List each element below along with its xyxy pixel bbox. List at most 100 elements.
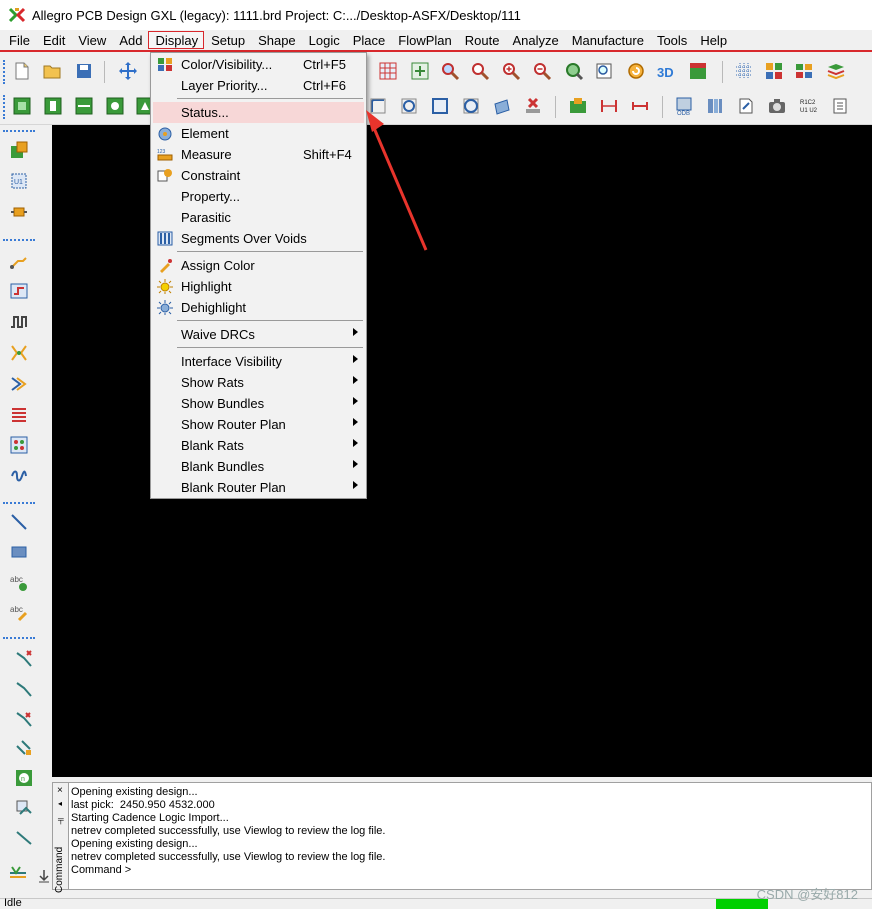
menu-help[interactable]: Help bbox=[693, 31, 733, 49]
flip-board-icon[interactable] bbox=[686, 59, 710, 83]
add-rectangle-icon[interactable] bbox=[5, 539, 33, 565]
menu-item-dehighlight[interactable]: Dehighlight bbox=[153, 297, 364, 318]
select-net-icon[interactable] bbox=[72, 94, 96, 118]
menu-item-show-router-plan[interactable]: Show Router Plan bbox=[153, 414, 364, 435]
zoom-previous-icon[interactable] bbox=[562, 59, 586, 83]
delete-segment-icon[interactable] bbox=[10, 705, 38, 731]
menu-logic[interactable]: Logic bbox=[302, 31, 346, 49]
menu-view[interactable]: View bbox=[71, 31, 112, 49]
zoom-in-icon[interactable] bbox=[499, 59, 523, 83]
menu-item-property[interactable]: Property... bbox=[153, 186, 364, 207]
menu-item-show-rats[interactable]: Show Rats bbox=[153, 372, 364, 393]
place-manual-icon[interactable] bbox=[5, 137, 33, 163]
menu-item-highlight[interactable]: Highlight bbox=[153, 276, 364, 297]
move-icon[interactable] bbox=[116, 59, 140, 83]
add-connect-icon[interactable] bbox=[5, 247, 33, 273]
open-folder-icon[interactable] bbox=[40, 59, 64, 83]
delete-trace-icon[interactable] bbox=[10, 645, 38, 671]
zoom-out-icon[interactable] bbox=[530, 59, 554, 83]
zoom-point-icon[interactable] bbox=[468, 59, 492, 83]
split-trace-icon[interactable] bbox=[10, 825, 38, 851]
place-component-icon[interactable] bbox=[5, 199, 33, 225]
select-pin-icon[interactable] bbox=[103, 94, 127, 118]
menu-flowplan[interactable]: FlowPlan bbox=[391, 31, 457, 49]
select-component-icon[interactable] bbox=[41, 94, 65, 118]
menu-shape[interactable]: Shape bbox=[251, 31, 302, 49]
menu-edit[interactable]: Edit bbox=[36, 31, 71, 49]
measure-distance-icon[interactable] bbox=[597, 94, 621, 118]
menu-setup[interactable]: Setup bbox=[204, 31, 251, 49]
menu-item-element[interactable]: Element bbox=[153, 123, 364, 144]
menu-item-parasitic[interactable]: Parasitic bbox=[153, 207, 364, 228]
slide-icon[interactable] bbox=[5, 278, 33, 304]
highlight-net-icon[interactable] bbox=[566, 94, 590, 118]
menu-item-waive-drcs[interactable]: Waive DRCs bbox=[153, 324, 364, 345]
zoom-fit-icon[interactable] bbox=[408, 59, 432, 83]
menu-item-blank-bundles[interactable]: Blank Bundles bbox=[153, 456, 364, 477]
reference-designator-icon[interactable]: R1C2 U1 U2 bbox=[797, 94, 821, 118]
report-book-icon[interactable] bbox=[828, 94, 852, 118]
bundle-route-icon[interactable] bbox=[5, 371, 33, 397]
grid-toggle-icon[interactable] bbox=[732, 59, 756, 83]
fanout-icon[interactable] bbox=[5, 340, 33, 366]
copy-trace-icon[interactable] bbox=[10, 795, 38, 821]
select-void-icon[interactable] bbox=[490, 94, 514, 118]
menu-item-segments-over-voids[interactable]: Segments Over Voids bbox=[153, 228, 364, 249]
shadow-mode-icon[interactable] bbox=[792, 59, 816, 83]
command-prompt[interactable]: Command > bbox=[71, 864, 861, 877]
toolbar-grip[interactable] bbox=[3, 60, 6, 84]
cleanup-route-icon[interactable] bbox=[4, 858, 32, 884]
new-file-icon[interactable] bbox=[10, 59, 34, 83]
menu-item-blank-rats[interactable]: Blank Rats bbox=[153, 435, 364, 456]
auto-route-icon[interactable] bbox=[5, 401, 33, 427]
menu-place[interactable]: Place bbox=[346, 31, 392, 49]
stack-layers-icon[interactable] bbox=[824, 59, 848, 83]
menu-item-show-bundles[interactable]: Show Bundles bbox=[153, 393, 364, 414]
command-log[interactable]: Opening existing design... last pick: 24… bbox=[71, 786, 861, 877]
shove-trace-icon[interactable] bbox=[10, 735, 38, 761]
grid-view-icon[interactable] bbox=[376, 59, 400, 83]
delete-drc-icon[interactable] bbox=[521, 94, 545, 118]
toolbar-grip[interactable] bbox=[3, 95, 6, 119]
save-icon[interactable] bbox=[72, 59, 96, 83]
menu-analyze[interactable]: Analyze bbox=[505, 31, 564, 49]
menu-item-color-visibility[interactable]: Color/Visibility... Ctrl+F5 bbox=[153, 54, 364, 75]
select-all-icon[interactable] bbox=[10, 94, 34, 118]
script-tool-icon[interactable] bbox=[734, 94, 758, 118]
3d-view-icon[interactable]: 3D bbox=[654, 59, 678, 83]
add-line-icon[interactable] bbox=[5, 509, 33, 535]
menu-item-constraint[interactable]: Constraint bbox=[153, 165, 364, 186]
menu-item-blank-router-plan[interactable]: Blank Router Plan bbox=[153, 477, 364, 498]
menu-item-layer-priority[interactable]: Layer Priority... Ctrl+F6 bbox=[153, 75, 364, 96]
router-plan-icon[interactable] bbox=[5, 432, 33, 458]
pin-panel-icon[interactable]: ╤ bbox=[58, 815, 64, 824]
layer-colors-icon[interactable] bbox=[762, 59, 786, 83]
menu-route[interactable]: Route bbox=[458, 31, 506, 49]
menu-tools[interactable]: Tools bbox=[650, 31, 693, 49]
route-trace-icon[interactable] bbox=[10, 675, 38, 701]
menu-item-measure[interactable]: 123 Measure Shift+F4 bbox=[153, 144, 364, 165]
menu-display[interactable]: Display bbox=[148, 31, 205, 49]
delay-tune-icon[interactable] bbox=[5, 309, 33, 335]
odb-export-icon[interactable]: ODB bbox=[672, 94, 696, 118]
camera-capture-icon[interactable] bbox=[765, 94, 789, 118]
dimension-icon[interactable] bbox=[628, 94, 652, 118]
tune-timing-icon[interactable] bbox=[5, 463, 33, 489]
add-text-icon[interactable]: abc bbox=[5, 569, 33, 595]
zoom-world-icon[interactable] bbox=[592, 59, 616, 83]
menu-item-status[interactable]: Status... bbox=[153, 102, 364, 123]
menu-manufacture[interactable]: Manufacture bbox=[565, 31, 650, 49]
menu-add[interactable]: Add bbox=[112, 31, 148, 49]
menu-item-interface-visibility[interactable]: Interface Visibility bbox=[153, 351, 364, 372]
place-by-refdes-icon[interactable]: U1 bbox=[5, 168, 33, 194]
redraw-icon[interactable] bbox=[624, 59, 648, 83]
panel-collapse-icon[interactable]: ◂ bbox=[58, 799, 62, 808]
select-circle-icon[interactable] bbox=[459, 94, 483, 118]
library-icon[interactable] bbox=[703, 94, 727, 118]
close-panel-icon[interactable]: × bbox=[57, 785, 63, 796]
menu-item-assign-color[interactable]: Assign Color bbox=[153, 255, 364, 276]
via-array-icon[interactable]: n bbox=[10, 765, 38, 791]
zoom-window-icon[interactable] bbox=[438, 59, 462, 83]
edit-text-icon[interactable]: abc bbox=[5, 599, 33, 625]
menu-file[interactable]: File bbox=[2, 31, 36, 49]
